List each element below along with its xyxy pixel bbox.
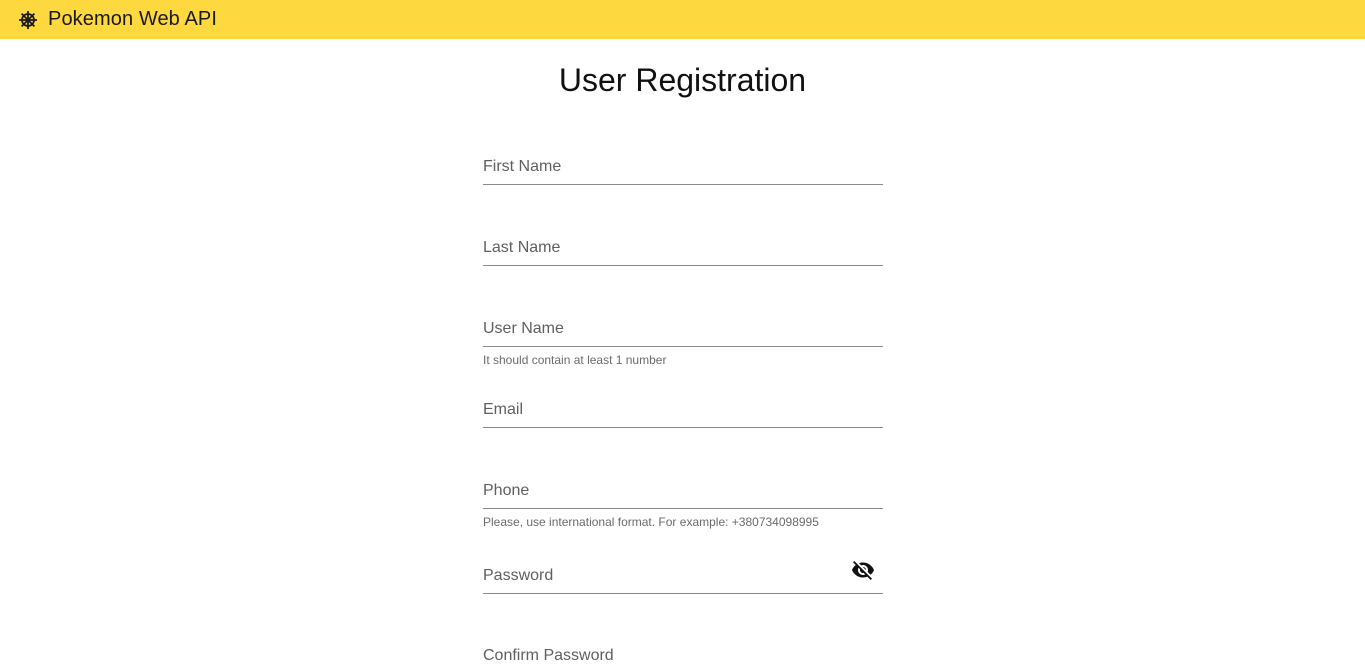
last-name-underline (483, 265, 883, 266)
app-title[interactable]: Pokemon Web API (48, 8, 217, 31)
first-name-underline (483, 184, 883, 185)
app-header: Pokemon Web API (0, 0, 1365, 39)
email-field[interactable]: Email (483, 398, 883, 430)
page-title: User Registration (558, 62, 807, 98)
phone-input[interactable] (483, 481, 843, 505)
user-name-underline (483, 346, 883, 347)
password-underline (483, 593, 883, 594)
last-name-field[interactable]: Last Name (483, 236, 883, 268)
eye-off-icon[interactable] (850, 557, 876, 583)
email-underline (483, 427, 883, 428)
phone-hint: Please, use international format. For ex… (483, 515, 819, 529)
first-name-input[interactable] (483, 157, 843, 181)
password-input[interactable] (483, 566, 843, 590)
pokeball-wheel-icon[interactable] (18, 10, 38, 30)
user-name-input[interactable] (483, 319, 843, 343)
confirm-password-input[interactable] (483, 646, 843, 662)
user-name-field[interactable]: User Name It should contain at least 1 n… (483, 317, 883, 369)
phone-underline (483, 508, 883, 509)
first-name-field[interactable]: First Name (483, 155, 883, 187)
user-name-hint: It should contain at least 1 number (483, 353, 667, 367)
last-name-input[interactable] (483, 238, 843, 262)
phone-field[interactable]: Phone Please, use international format. … (483, 479, 883, 531)
confirm-password-field[interactable]: Confirm Password (483, 644, 883, 664)
password-field[interactable]: Password (483, 556, 883, 596)
email-input[interactable] (483, 400, 843, 424)
